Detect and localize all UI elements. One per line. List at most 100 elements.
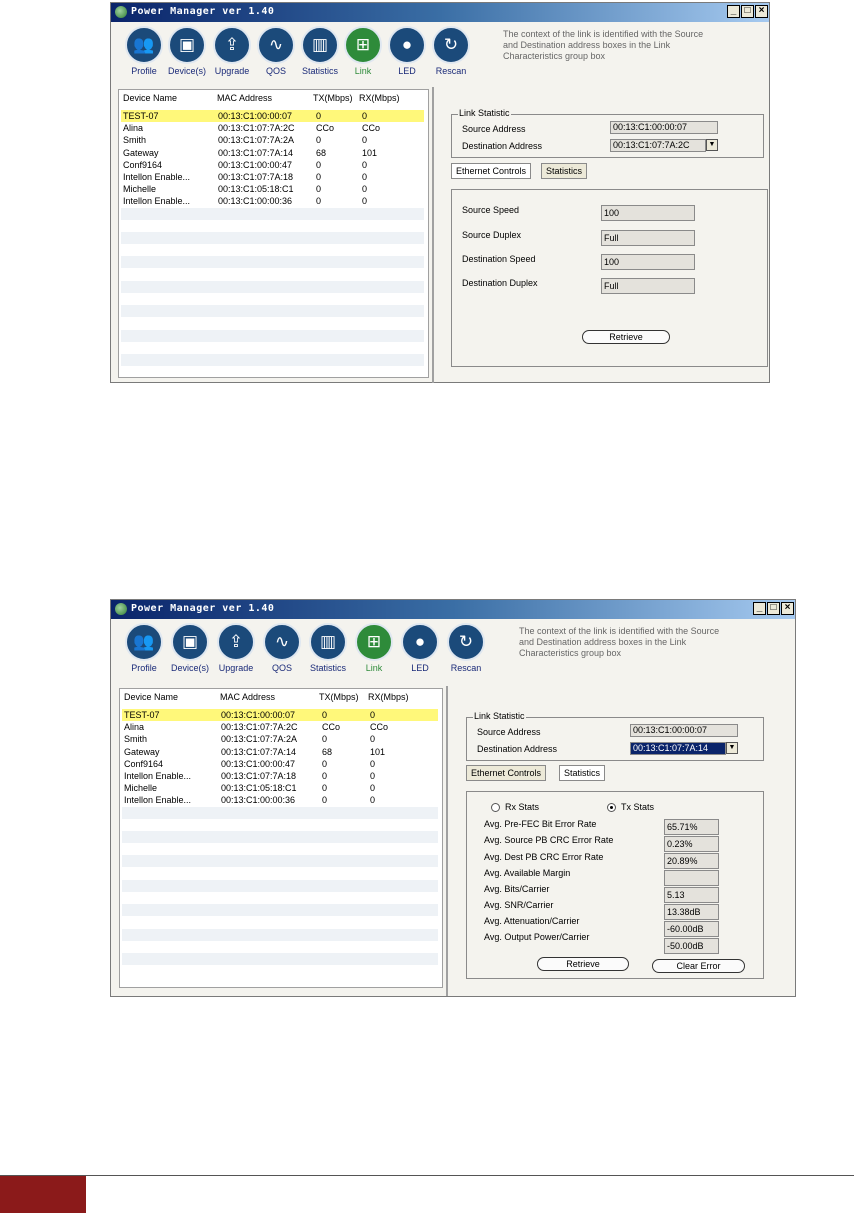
toolbar-statistics[interactable]: ▥ Statistics xyxy=(297,26,343,76)
toolbar-link[interactable]: ⊞ Link xyxy=(351,623,397,673)
device-name-cell: Intellon Enable... xyxy=(123,172,191,182)
table-row[interactable]: Gateway 00:13:C1:07:7A:14 68 101 xyxy=(121,147,424,159)
table-row[interactable]: Conf9164 00:13:C1:00:00:47 0 0 xyxy=(122,758,438,770)
col-device-name[interactable]: Device Name xyxy=(123,93,177,103)
destination-address-select[interactable]: 00:13:C1:07:7A:2C xyxy=(610,139,706,152)
mac-address-cell: 00:13:C1:00:00:07 xyxy=(221,710,296,720)
close-button[interactable]: × xyxy=(755,5,768,18)
snr-carrier-label: Avg. SNR/Carrier xyxy=(484,900,554,910)
col-tx[interactable]: TX(Mbps) xyxy=(313,93,353,103)
tx-cell: 0 xyxy=(322,758,328,769)
tx-stats-radio[interactable] xyxy=(607,803,616,812)
toolbar-led[interactable]: ● LED xyxy=(397,623,443,673)
title-bar[interactable]: Power Manager ver 1.40 _ □ × xyxy=(111,600,795,619)
table-row[interactable]: Gateway 00:13:C1:07:7A:14 68 101 xyxy=(122,746,438,758)
tab-statistics[interactable]: Statistics xyxy=(559,765,606,781)
tab-ethernet-controls[interactable]: Ethernet Controls xyxy=(466,765,547,781)
toolbar-devices[interactable]: ▣ Device(s) xyxy=(164,26,210,76)
toolbar-hint: The context of the link is identified wi… xyxy=(519,626,720,658)
col-rx[interactable]: RX(Mbps) xyxy=(368,692,409,702)
toolbar-rescan[interactable]: ↻ Rescan xyxy=(443,623,489,673)
col-tx[interactable]: TX(Mbps) xyxy=(319,692,359,702)
toolbar-profile[interactable]: 👥 Profile xyxy=(121,26,167,76)
tab-ethernet-controls[interactable]: Ethernet Controls xyxy=(451,163,532,179)
tx-cell: CCo xyxy=(316,123,335,134)
link-statistic-group: Link Statistic Source Address 00:13:C1:0… xyxy=(451,108,764,158)
table-row[interactable]: Alina 00:13:C1:07:7A:2C CCo CCo xyxy=(122,721,438,733)
device-list[interactable]: Device Name MAC Address TX(Mbps) RX(Mbps… xyxy=(118,89,429,378)
device-list[interactable]: Device Name MAC Address TX(Mbps) RX(Mbps… xyxy=(119,688,443,988)
dest-pb-crc-field: 20.89% xyxy=(664,853,719,869)
clear-error-button[interactable]: Clear Error xyxy=(652,959,745,973)
title-bar[interactable]: Power Manager ver 1.40 _ □ × xyxy=(111,3,769,22)
rx-cell: 0 xyxy=(362,196,368,207)
table-row[interactable]: TEST-07 00:13:C1:00:00:07 0 0 xyxy=(122,709,438,721)
source-address-field: 00:13:C1:00:00:07 xyxy=(630,724,738,737)
empty-row xyxy=(122,843,438,855)
destination-address-select[interactable]: 00:13:C1:07:7A:14 xyxy=(630,742,726,755)
mac-address-cell: 00:13:C1:00:00:47 xyxy=(218,159,293,170)
tx-cell: 0 xyxy=(322,795,328,806)
col-mac-address[interactable]: MAC Address xyxy=(220,692,275,702)
source-speed-label: Source Speed xyxy=(462,205,520,215)
led-icon: ● xyxy=(401,623,439,661)
rx-cell: CCo xyxy=(370,722,389,733)
toolbar-profile[interactable]: 👥 Profile xyxy=(121,623,167,673)
group-title: Link Statistic xyxy=(473,711,526,721)
destination-address-label: Destination Address xyxy=(477,744,558,754)
maximize-button[interactable]: □ xyxy=(741,5,754,18)
tx-cell: 0 xyxy=(316,111,322,121)
chevron-down-icon[interactable]: ▼ xyxy=(706,139,718,151)
window-title: Power Manager ver 1.40 xyxy=(131,603,275,614)
rx-stats-radio[interactable] xyxy=(491,803,500,812)
rx-stats-label: Rx Stats xyxy=(505,802,540,812)
table-row[interactable]: Intellon Enable... 00:13:C1:07:7A:18 0 0 xyxy=(122,770,438,782)
retrieve-button[interactable]: Retrieve xyxy=(582,330,670,344)
toolbar-qos[interactable]: ∿ QOS xyxy=(253,26,299,76)
minimize-button[interactable]: _ xyxy=(727,5,740,18)
table-row[interactable]: Intellon Enable... 00:13:C1:07:7A:18 0 0 xyxy=(121,171,424,183)
mac-address-cell: 00:13:C1:05:18:C1 xyxy=(221,783,297,794)
col-rx[interactable]: RX(Mbps) xyxy=(359,93,400,103)
table-row[interactable]: Conf9164 00:13:C1:00:00:47 0 0 xyxy=(121,159,424,171)
empty-row xyxy=(121,366,424,378)
empty-row xyxy=(121,329,424,342)
tab-statistics[interactable]: Statistics xyxy=(541,163,588,179)
col-mac-address[interactable]: MAC Address xyxy=(217,93,272,103)
footer-rule xyxy=(0,1175,854,1176)
table-row[interactable]: Alina 00:13:C1:07:7A:2C CCo CCo xyxy=(121,122,424,134)
col-device-name[interactable]: Device Name xyxy=(124,692,178,702)
toolbar-statistics[interactable]: ▥ Statistics xyxy=(305,623,351,673)
table-row[interactable]: Smith 00:13:C1:07:7A:2A 0 0 xyxy=(121,134,424,146)
tx-cell: 0 xyxy=(316,159,322,170)
table-row[interactable]: Intellon Enable... 00:13:C1:00:00:36 0 0 xyxy=(122,794,438,806)
device-name-cell: Smith xyxy=(124,734,148,745)
toolbar-upgrade[interactable]: ⇪ Upgrade xyxy=(209,26,255,76)
close-button[interactable]: × xyxy=(781,602,794,615)
retrieve-button[interactable]: Retrieve xyxy=(537,957,629,971)
table-row[interactable]: TEST-07 00:13:C1:00:00:07 0 0 xyxy=(121,110,424,122)
toolbar-link[interactable]: ⊞ Link xyxy=(340,26,386,76)
toolbar-rescan[interactable]: ↻ Rescan xyxy=(428,26,474,76)
chevron-down-icon[interactable]: ▼ xyxy=(726,742,738,754)
device-name-cell: Conf9164 xyxy=(124,758,164,769)
mac-address-cell: 00:13:C1:00:00:36 xyxy=(221,795,296,806)
toolbar-qos[interactable]: ∿ QOS xyxy=(259,623,305,673)
table-row[interactable]: Smith 00:13:C1:07:7A:2A 0 0 xyxy=(122,733,438,745)
table-row[interactable]: Michelle 00:13:C1:05:18:C1 0 0 xyxy=(122,782,438,794)
minimize-button[interactable]: _ xyxy=(753,602,766,615)
empty-row xyxy=(122,892,438,904)
empty-row xyxy=(122,831,438,843)
source-address-label: Source Address xyxy=(477,727,541,737)
table-row[interactable]: Michelle 00:13:C1:05:18:C1 0 0 xyxy=(121,183,424,195)
empty-row xyxy=(121,305,424,318)
bar-graph-icon: ▥ xyxy=(309,623,347,661)
toolbar-devices[interactable]: ▣ Device(s) xyxy=(167,623,213,673)
mac-address-cell: 00:13:C1:05:18:C1 xyxy=(218,184,294,195)
empty-row xyxy=(121,342,424,354)
table-row[interactable]: Intellon Enable... 00:13:C1:00:00:36 0 0 xyxy=(121,195,424,207)
toolbar-led[interactable]: ● LED xyxy=(384,26,430,76)
maximize-button[interactable]: □ xyxy=(767,602,780,615)
toolbar-upgrade[interactable]: ⇪ Upgrade xyxy=(213,623,259,673)
rx-cell: 0 xyxy=(370,710,376,720)
